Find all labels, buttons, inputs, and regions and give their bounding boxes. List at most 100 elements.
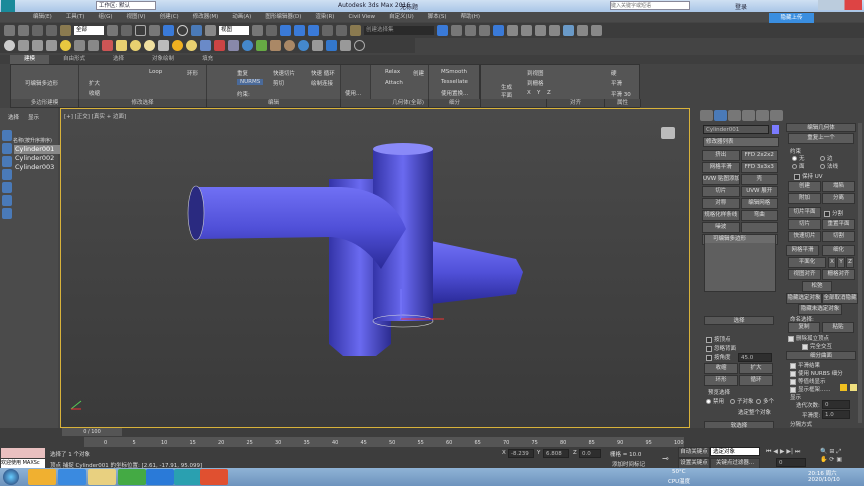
group-label-polygon-modeling[interactable]: 多边形建模 — [11, 99, 79, 107]
align-icon[interactable] — [451, 25, 462, 36]
dome-light-icon[interactable] — [130, 40, 141, 51]
modifier-button[interactable]: 切片 — [702, 186, 740, 197]
planarize-y-button[interactable]: Y — [837, 257, 845, 268]
keep-uv-checkbox[interactable]: 保持 UV — [794, 172, 823, 180]
create-button[interactable]: 创建 — [413, 69, 424, 77]
tab-object-paint[interactable]: 对象绘制 — [138, 55, 188, 64]
omni-light-icon[interactable] — [116, 40, 127, 51]
tessellate-button[interactable]: Tessellate — [441, 79, 468, 85]
group-label-properties[interactable]: 属性 — [605, 99, 641, 107]
modifier-button[interactable]: 规格化样条线 — [702, 210, 740, 221]
planarize-button[interactable]: 平面化 — [788, 257, 826, 268]
spinner-snap-icon[interactable] — [336, 25, 347, 36]
playback-controls[interactable]: ⏮ ◀ ▶ ▶| ⏭ — [766, 448, 818, 456]
generate-plane-button[interactable]: 生成平面 — [501, 83, 513, 99]
align-z-button[interactable]: Z — [547, 90, 551, 96]
subdivision-rollout-header[interactable]: 细分曲面 — [786, 351, 856, 360]
modifier-button[interactable]: UVW 展开 — [740, 186, 778, 197]
search-input[interactable] — [610, 1, 690, 10]
meshsmooth-button[interactable]: 网格平滑 — [786, 245, 819, 256]
smooth30-button[interactable]: 平滑 30 — [611, 90, 631, 98]
time-slider[interactable]: 0 / 100 — [62, 428, 122, 436]
detach-button[interactable]: 分离 — [822, 193, 855, 204]
explorer-tab-display[interactable]: 显示 — [28, 113, 39, 121]
planarize-z-button[interactable]: Z — [846, 257, 854, 268]
cut-button[interactable]: 剪切 — [273, 79, 284, 87]
hierarchy-tab-icon[interactable] — [728, 110, 741, 121]
box-icon[interactable] — [32, 40, 43, 51]
particle-icon[interactable] — [102, 40, 113, 51]
relax-button[interactable]: Relax — [385, 69, 400, 75]
loop-button[interactable]: 循环 — [739, 375, 773, 386]
manipulate-icon[interactable] — [266, 25, 277, 36]
cloth-icon[interactable] — [228, 40, 239, 51]
create-button[interactable]: 创建 — [788, 181, 821, 192]
clock-date[interactable]: 2020/10/10 — [808, 477, 840, 483]
layer-icon[interactable] — [465, 25, 476, 36]
relax-button[interactable]: 松弛 — [802, 281, 832, 292]
link-icon[interactable] — [32, 25, 43, 36]
tab-modeling[interactable]: 建模 — [10, 55, 50, 64]
filter-lights-icon[interactable] — [2, 156, 12, 167]
split-checkbox[interactable]: 分割 — [824, 209, 843, 217]
reset-plane-button[interactable]: 重置平面 — [822, 219, 855, 230]
light-icon[interactable] — [60, 40, 71, 51]
modifier-button[interactable]: FFD 3x3x3 — [740, 162, 778, 173]
paint-connect-button[interactable]: 绘制连接 — [311, 79, 333, 87]
cylinder-elbow[interactable] — [187, 185, 406, 269]
sun-icon[interactable] — [172, 40, 183, 51]
help-icon[interactable] — [354, 40, 365, 51]
auto-key-button[interactable]: 自动关键点 — [678, 447, 710, 458]
move-icon[interactable] — [163, 25, 174, 36]
grow-button[interactable]: 扩大 — [89, 79, 100, 87]
workspace-dropdown[interactable]: 工作区: 默认 — [96, 1, 156, 10]
taskbar-app-2[interactable] — [58, 469, 86, 485]
scale-icon[interactable] — [191, 25, 202, 36]
login-link[interactable]: 登录 — [735, 2, 747, 11]
viewport-perspective[interactable]: [+] [正交] [真实 + 边面] — [60, 108, 690, 428]
align-x-button[interactable]: X — [527, 90, 531, 96]
nurms-button[interactable]: NURMS — [237, 79, 264, 85]
to-view-button[interactable]: 到视图 — [527, 69, 544, 77]
object-color-swatch[interactable] — [772, 125, 779, 134]
tessellate-button[interactable]: 细化 — [822, 245, 855, 256]
menu-group[interactable]: 组(G) — [91, 12, 119, 22]
ref-coord-dropdown[interactable]: 视图 — [219, 26, 249, 35]
constraint-normal-radio[interactable]: 法线 — [820, 162, 838, 170]
by-angle-checkbox[interactable]: 按角度 — [706, 353, 731, 361]
group-label-geometry[interactable]: 几何体(全部) — [341, 99, 429, 107]
iterations-spinner[interactable]: 0 — [822, 400, 850, 409]
constraint-none-radio[interactable]: 无 — [792, 154, 805, 162]
display-tab-icon[interactable] — [756, 110, 769, 121]
taskbar-app-k[interactable] — [146, 469, 174, 485]
taskbar-app-green[interactable] — [118, 469, 146, 485]
attach-button[interactable]: Attach — [385, 80, 403, 86]
batch-icon[interactable] — [312, 40, 323, 51]
cut-button[interactable]: 切割 — [822, 231, 855, 242]
command-panel-scrollbar[interactable] — [858, 123, 862, 423]
create-tab-icon[interactable] — [700, 110, 713, 121]
paste-button[interactable]: 粘贴 — [822, 322, 854, 333]
cone-light-icon[interactable] — [158, 40, 169, 51]
modifier-stack[interactable]: 可编辑多边形 — [704, 234, 776, 292]
menu-views[interactable]: 视图(V) — [120, 12, 153, 22]
msmooth-button[interactable]: MSmooth — [441, 69, 467, 75]
select-object-icon[interactable] — [121, 25, 132, 36]
align-y-button[interactable]: Y — [537, 90, 540, 96]
modify-tab-icon[interactable] — [714, 110, 727, 121]
modifier-button[interactable]: 弯曲 — [740, 210, 778, 221]
scene-explorer-icon[interactable] — [479, 25, 490, 36]
render-online-icon[interactable] — [591, 25, 602, 36]
angle-snap-icon[interactable] — [308, 25, 319, 36]
cylinder-right[interactable] — [431, 241, 523, 304]
pivot-icon[interactable] — [252, 25, 263, 36]
filter-shapes-icon[interactable] — [2, 143, 12, 154]
smoothness-spinner[interactable]: 1.0 — [822, 410, 850, 419]
list-item[interactable]: Cylinder002 — [14, 154, 60, 163]
group-label-modify-selection[interactable]: 修改选择 — [79, 99, 207, 107]
menu-graph-editors[interactable]: 图形编辑器(D) — [258, 12, 308, 22]
filter-cameras-icon[interactable] — [2, 169, 12, 180]
modifier-button[interactable]: 对称 — [702, 198, 740, 209]
place-icon[interactable] — [205, 25, 216, 36]
edit-named-sel-icon[interactable] — [350, 25, 361, 36]
